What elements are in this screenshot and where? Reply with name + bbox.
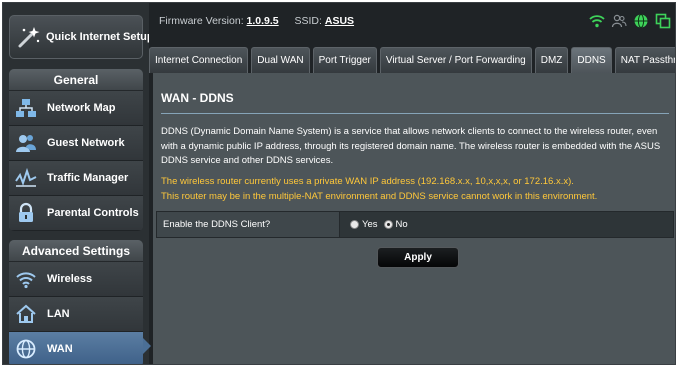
magic-wand-icon <box>16 22 42 52</box>
advanced-menu: Advanced Settings Wireless LAN WAN <box>9 240 143 364</box>
status-icons <box>589 13 671 29</box>
sidebar-item-parental-controls[interactable]: Parental Controls <box>9 196 143 231</box>
tab-dmz[interactable]: DMZ <box>534 47 569 73</box>
ddns-enable-row: Enable the DDNS Client? Yes No <box>156 211 674 238</box>
tab-dual-wan[interactable]: Dual WAN <box>251 47 310 73</box>
advanced-settings-heading: Advanced Settings <box>9 240 143 262</box>
sidebar-item-lan[interactable]: LAN <box>9 297 143 332</box>
tab-ddns[interactable]: DDNS <box>571 47 612 73</box>
active-menu-pointer <box>143 338 151 354</box>
traffic-manager-icon <box>13 165 39 191</box>
apply-button[interactable]: Apply <box>377 247 459 268</box>
sidebar-item-wireless[interactable]: Wireless <box>9 262 143 297</box>
sidebar-item-label: Network Map <box>47 102 116 114</box>
private-ip-warning: The wireless router currently uses a pri… <box>161 175 673 204</box>
tab-bar: Internet Connection Dual WAN Port Trigge… <box>149 47 675 73</box>
radio-no-option[interactable]: No <box>383 219 408 230</box>
quick-internet-setup-button[interactable]: Quick Internet Setup <box>9 15 154 59</box>
guest-network-icon <box>13 130 39 156</box>
firmware-label: Firmware Version: <box>159 15 244 27</box>
sidebar-item-label: Traffic Manager <box>47 172 129 184</box>
tab-virtual-server[interactable]: Virtual Server / Port Forwarding <box>379 47 532 73</box>
sidebar-item-label: Guest Network <box>47 137 125 149</box>
sidebar-item-network-map[interactable]: Network Map <box>9 91 143 126</box>
network-map-icon <box>13 95 39 121</box>
warning-line-2: This router may be in the multiple-NAT e… <box>161 190 598 202</box>
ssid-label: SSID: <box>294 15 322 27</box>
ssid-value[interactable]: ASUS <box>325 15 354 27</box>
sidebar-item-label: WAN <box>47 343 73 355</box>
sidebar-item-label: LAN <box>47 308 70 320</box>
radio-no[interactable] <box>383 220 393 229</box>
internet-status-icon[interactable] <box>633 13 649 29</box>
sidebar: Quick Internet Setup General Network Map… <box>3 3 154 364</box>
warning-line-1: The wireless router currently uses a pri… <box>161 176 574 187</box>
content-panel: WAN - DDNS DDNS (Dynamic Domain Name Sys… <box>153 73 675 364</box>
general-menu: General Network Map Guest Network Traffi… <box>9 69 143 231</box>
firmware-info: Firmware Version: 1.0.9.5 SSID: ASUS <box>159 15 354 27</box>
quick-internet-setup-label: Quick Internet Setup <box>46 31 154 43</box>
sidebar-item-label: Parental Controls <box>47 207 139 219</box>
sidebar-item-guest-network[interactable]: Guest Network <box>9 126 143 161</box>
router-admin-page: Quick Internet Setup General Network Map… <box>2 2 676 365</box>
radio-no-label: No <box>395 219 408 230</box>
top-bar: Firmware Version: 1.0.9.5 SSID: ASUS <box>149 3 675 47</box>
radio-yes-option[interactable]: Yes <box>350 219 378 230</box>
wifi-icon <box>13 266 39 292</box>
sidebar-item-traffic-manager[interactable]: Traffic Manager <box>9 161 143 196</box>
ddns-enable-options: Yes No <box>340 212 673 237</box>
ddns-description: DDNS (Dynamic Domain Name System) is a s… <box>161 126 661 166</box>
ddns-enable-label: Enable the DDNS Client? <box>157 212 340 237</box>
wifi-status-icon[interactable] <box>589 13 605 29</box>
sidebar-item-wan[interactable]: WAN <box>9 332 143 364</box>
copy-status-icon[interactable] <box>655 13 671 29</box>
radio-yes[interactable] <box>350 220 359 229</box>
tab-port-trigger[interactable]: Port Trigger <box>312 47 377 73</box>
tab-internet-connection[interactable]: Internet Connection <box>149 47 249 73</box>
lock-icon <box>13 200 39 226</box>
general-heading: General <box>9 69 143 91</box>
globe-icon <box>13 336 39 362</box>
page-title: WAN - DDNS <box>161 91 234 105</box>
home-icon <box>13 301 39 327</box>
sidebar-item-label: Wireless <box>47 273 93 285</box>
users-status-icon[interactable] <box>611 13 627 29</box>
tab-nat-passthrough[interactable]: NAT Passthrough <box>614 47 675 73</box>
title-divider <box>161 113 669 114</box>
radio-yes-label: Yes <box>362 219 378 230</box>
firmware-version[interactable]: 1.0.9.5 <box>247 15 279 27</box>
